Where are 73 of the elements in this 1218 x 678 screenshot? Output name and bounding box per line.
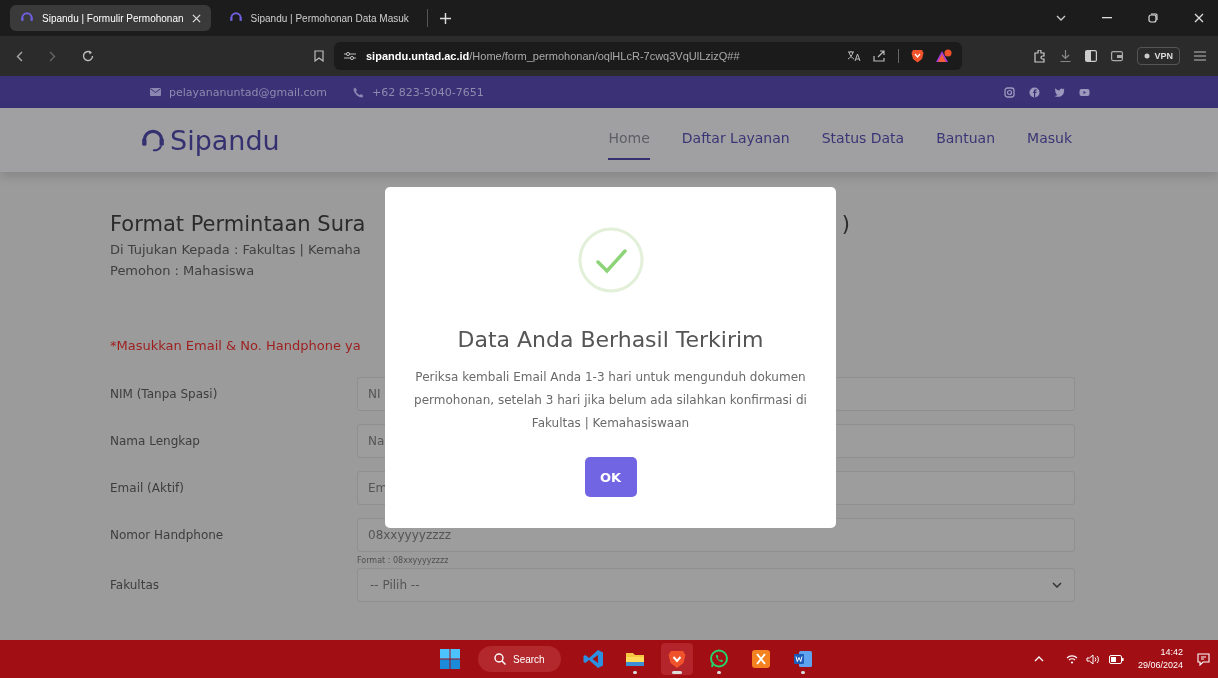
brave-app-icon xyxy=(666,649,687,669)
nav-link[interactable]: Home xyxy=(608,120,650,160)
puzzle-icon[interactable] xyxy=(1033,49,1047,63)
sidebar-icon[interactable] xyxy=(1085,50,1098,62)
phone-icon xyxy=(353,86,364,98)
clock-date[interactable]: 29/06/2024 xyxy=(1137,659,1183,672)
speaker-icon[interactable] xyxy=(1085,653,1101,665)
field-label: Email (Aktif) xyxy=(110,480,185,495)
word-app-icon xyxy=(792,649,813,669)
form-title: ) xyxy=(841,212,850,236)
chevron-up-icon[interactable] xyxy=(1033,656,1044,662)
lion-shield-icon[interactable] xyxy=(911,49,924,63)
close-icon[interactable] xyxy=(191,13,201,23)
dialog-title: Data Anda Berhasil Terkirim xyxy=(457,327,764,352)
xampp-app-icon xyxy=(750,649,771,669)
email-text: pelayananuntad@gmail.com xyxy=(169,85,327,99)
wallet-icon[interactable] xyxy=(1111,50,1124,62)
notice-text: *Masukkan Email & No. Handphone ya xyxy=(110,338,361,353)
youtube-icon[interactable] xyxy=(1079,86,1090,98)
nav-link[interactable]: Status Data xyxy=(821,120,905,160)
phone-text: +62 823-5040-7651 xyxy=(372,85,484,99)
whatsapp-app-icon xyxy=(708,649,729,669)
site-settings-icon[interactable] xyxy=(344,51,356,61)
field-label: Nomor Handphone xyxy=(110,527,225,542)
chevron-down-icon[interactable] xyxy=(1056,15,1066,21)
windows-start-icon[interactable] xyxy=(440,649,460,669)
notification-icon[interactable] xyxy=(1197,652,1210,666)
instagram-icon[interactable] xyxy=(1004,86,1015,98)
browser-tab[interactable]: Sipandu | Permohonan Data Masuk xyxy=(218,5,419,31)
field-label: Fakultas xyxy=(110,577,160,592)
brand-name[interactable]: Sipandu xyxy=(170,124,280,156)
form-title: Format Permintaan Sura xyxy=(110,212,366,236)
forward-icon[interactable] xyxy=(49,50,56,62)
chevron-down-icon xyxy=(1052,582,1062,588)
select-field[interactable]: -- Pilih -- xyxy=(357,568,1075,602)
twitter-icon[interactable] xyxy=(1054,86,1065,98)
vpn-button[interactable]: VPN xyxy=(1137,47,1180,65)
power-dot-icon xyxy=(1144,53,1151,59)
code-app-icon xyxy=(582,649,603,669)
mail-icon xyxy=(150,88,161,96)
headset-icon[interactable] xyxy=(140,127,166,153)
minimize-icon[interactable] xyxy=(1102,17,1112,19)
dialog-message: Periksa kembali Email Anda 1-3 hari untuk mengunduh dokumen permohonan, setelah 3 hari jika belum ada silahkan konfirmasi di Fakultas | Kemahasiswaan xyxy=(413,369,808,432)
translate-icon[interactable] xyxy=(847,50,861,62)
field-label: Nama Lengkap xyxy=(110,433,201,448)
ok-button[interactable]: OK xyxy=(584,457,637,497)
menu-icon[interactable] xyxy=(1194,51,1206,61)
triangle-badge-icon[interactable] xyxy=(936,48,952,64)
clock-time[interactable]: 14:42 xyxy=(1160,646,1183,659)
battery-icon[interactable] xyxy=(1108,654,1124,664)
applicant-text: Pemohon : Mahasiswa xyxy=(110,263,256,278)
nav-link[interactable]: Daftar Layanan xyxy=(681,120,790,160)
restore-icon[interactable] xyxy=(1148,13,1158,23)
share-icon[interactable] xyxy=(873,50,886,62)
reload-icon[interactable] xyxy=(82,50,94,62)
recipient-text: Di Tujukan Kepada : Fakultas | Kemaha xyxy=(110,242,362,257)
facebook-icon[interactable] xyxy=(1029,86,1040,98)
wifi-icon[interactable] xyxy=(1065,654,1078,664)
search-box[interactable]: Search xyxy=(478,646,561,672)
search-icon xyxy=(494,653,506,665)
nav-link[interactable]: Bantuan xyxy=(936,120,996,160)
new-tab-icon[interactable] xyxy=(439,12,451,24)
address-bar[interactable]: sipandu.untad.ac.id/Home/form_permohonan/oqlHLcR-7cwq3VqUlLzizQ## xyxy=(334,42,962,70)
back-icon[interactable] xyxy=(16,50,23,62)
browser-tab[interactable]: Sipandu | Formulir Permohonan xyxy=(10,5,211,31)
nav-link[interactable]: Masuk xyxy=(1027,120,1072,160)
download-icon[interactable] xyxy=(1060,50,1072,62)
checkmark-icon xyxy=(577,227,644,293)
close-icon[interactable] xyxy=(1194,13,1204,23)
taskbar-app-button[interactable] xyxy=(660,643,693,675)
hint-text: Format : 08xxyyyyzzzz xyxy=(357,556,450,565)
bookmark-icon[interactable] xyxy=(314,50,324,62)
field-label: NIM (Tanpa Spasi) xyxy=(110,386,219,401)
